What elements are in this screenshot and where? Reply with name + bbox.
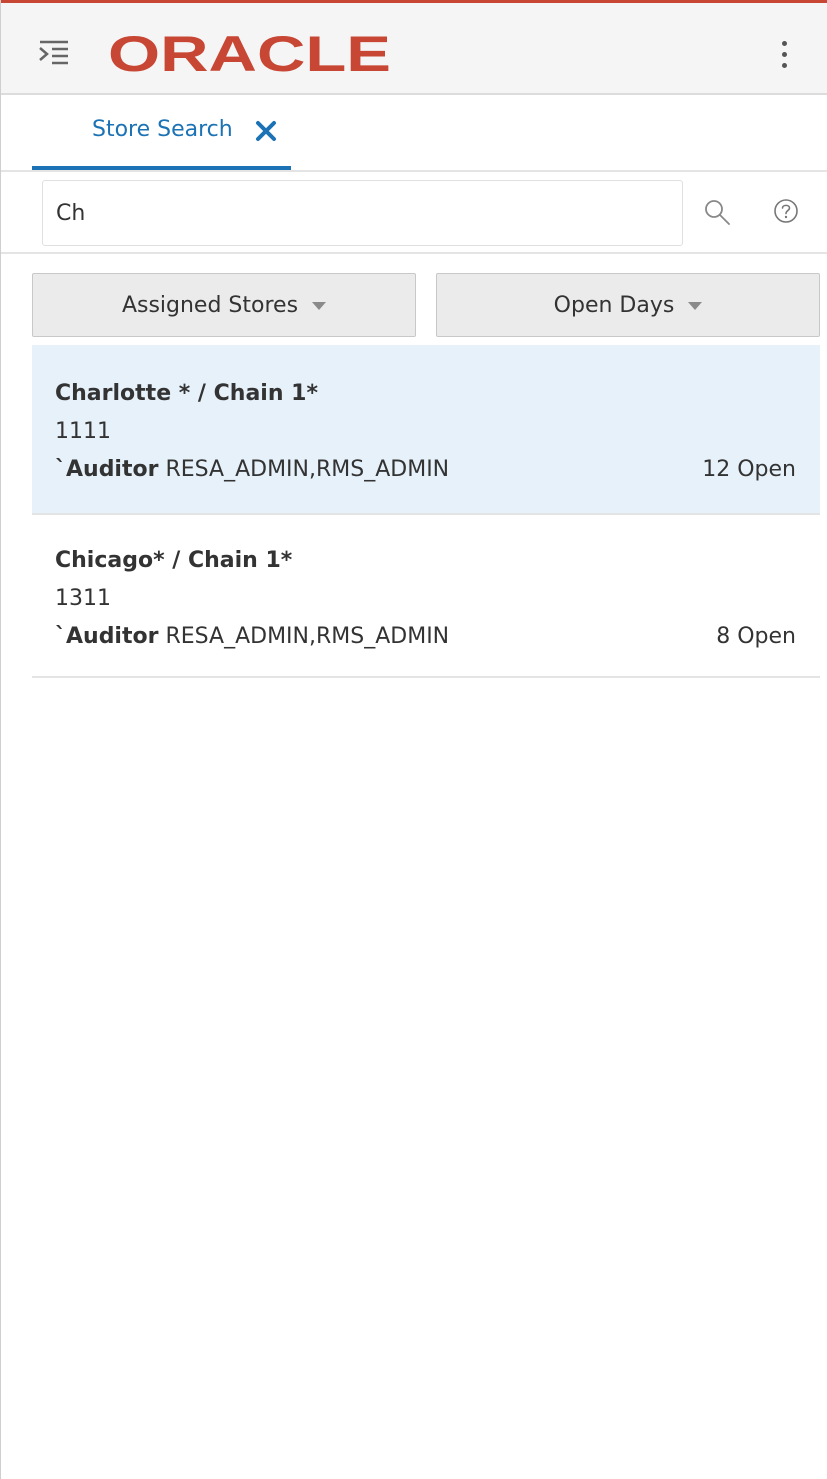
assigned-stores-label: Assigned Stores <box>121 292 299 318</box>
store-role: `Auditor RESA_ADMIN,RMS_ADMIN <box>55 624 449 649</box>
store-result-list: Charlotte * / Chain 1* 1111 `Auditor RES… <box>32 345 820 678</box>
kebab-menu-icon[interactable] <box>773 39 797 71</box>
store-id: 1111 <box>55 419 111 444</box>
open-days-count: 12 Open <box>702 457 796 482</box>
app-window: ORACLE Store Search Ch Assigned Stores O… <box>0 0 827 1479</box>
oracle-logo-text: ORACLE <box>108 31 391 75</box>
open-days-label: Open Days <box>553 292 675 318</box>
open-days-count: 8 Open <box>716 624 796 649</box>
app-header: ORACLE <box>1 0 827 95</box>
search-icon[interactable] <box>703 198 733 228</box>
tab-store-search[interactable]: Store Search <box>32 95 291 170</box>
search-bar <box>1 172 827 254</box>
oracle-logo: ORACLE <box>108 26 398 82</box>
close-icon[interactable] <box>254 119 278 143</box>
help-icon[interactable] <box>771 196 801 226</box>
search-input[interactable] <box>42 180 683 246</box>
store-id: 1311 <box>55 586 111 611</box>
role-label: `Auditor <box>55 457 159 482</box>
list-item[interactable]: Chicago* / Chain 1* 1311 `Auditor RESA_A… <box>32 515 820 678</box>
open-days-dropdown[interactable]: Open Days <box>436 273 820 337</box>
caret-down-icon <box>688 302 703 310</box>
tab-bar: Store Search <box>1 95 827 172</box>
list-item[interactable]: Charlotte * / Chain 1* 1111 `Auditor RES… <box>32 345 820 515</box>
assigned-stores-dropdown[interactable]: Assigned Stores <box>32 273 416 337</box>
store-title: Chicago* / Chain 1* <box>55 548 293 573</box>
caret-down-icon <box>312 302 327 310</box>
store-role: `Auditor RESA_ADMIN,RMS_ADMIN <box>55 457 449 482</box>
tab-label: Store Search <box>92 117 233 142</box>
role-users: RESA_ADMIN,RMS_ADMIN <box>165 624 450 649</box>
store-title: Charlotte * / Chain 1* <box>55 381 318 406</box>
role-label: `Auditor <box>55 624 159 649</box>
hamburger-menu-icon[interactable] <box>38 39 70 67</box>
role-users: RESA_ADMIN,RMS_ADMIN <box>165 457 450 482</box>
